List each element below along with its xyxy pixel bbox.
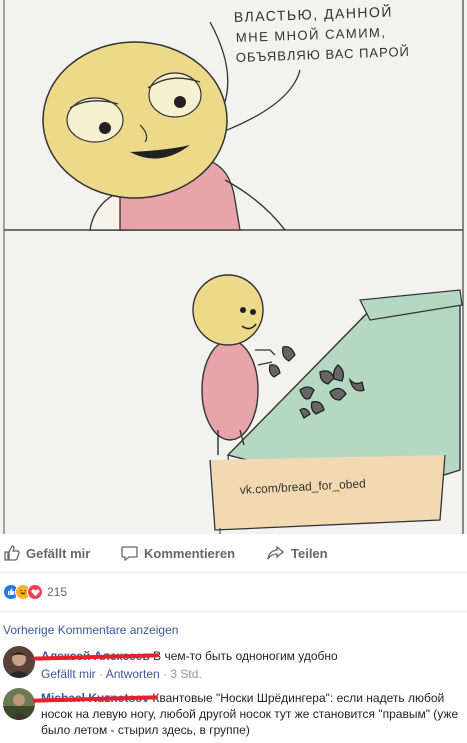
- reactions-summary[interactable]: 215: [3, 580, 67, 604]
- comment-meta: Gefällt mir · Antworten · 3 Std.: [41, 667, 202, 681]
- comment-button[interactable]: Kommentieren: [121, 545, 235, 561]
- comment-author-link[interactable]: Michael Kuznetsov: [32, 691, 159, 705]
- comment-body: Алексей Алексеев В чем-то быть одноногим…: [32, 648, 463, 682]
- share-button-label: Teilen: [291, 545, 328, 561]
- post-action-bar: Gefällt mir Kommentieren Teilen: [0, 534, 467, 573]
- like-button-label: Gefällt mir: [26, 545, 91, 561]
- share-arrow-icon: [267, 545, 285, 560]
- comment-author-link[interactable]: Алексей Алексеев: [32, 649, 160, 663]
- comment-text: В чем-то быть одноногим удобно: [153, 649, 338, 663]
- love-reaction-icon: [27, 584, 43, 600]
- share-button[interactable]: Teilen: [267, 545, 328, 561]
- comment-timestamp[interactable]: 3 Std.: [170, 667, 201, 681]
- comment-body: Michael Kuznetsov Квантовые "Носки Шрёди…: [32, 690, 463, 738]
- comment-reply-link[interactable]: Antworten: [106, 667, 160, 681]
- speech-bubble-icon: [121, 546, 138, 561]
- comment-item: Алексей Алексеев В чем-то быть одноногим…: [3, 646, 463, 686]
- previous-comments-link[interactable]: Vorherige Kommentare anzeigen: [3, 623, 178, 637]
- like-button[interactable]: Gefällt mir: [4, 545, 90, 561]
- divider: [0, 611, 467, 612]
- avatar[interactable]: [3, 688, 35, 720]
- comment-like-link[interactable]: Gefällt mir: [41, 667, 96, 681]
- reaction-count: 215: [47, 585, 68, 599]
- comment-button-label: Kommentieren: [144, 545, 236, 561]
- comic-image[interactable]: ВЛАСТЬЮ, ДАННОЙ МНЕ МНОЙ САМИМ, ОБЪЯВЛЯЮ…: [0, 0, 467, 534]
- comment-item: Michael Kuznetsov Квантовые "Носки Шрёди…: [3, 688, 463, 743]
- thumbs-up-icon: [4, 545, 20, 561]
- avatar[interactable]: [3, 646, 35, 678]
